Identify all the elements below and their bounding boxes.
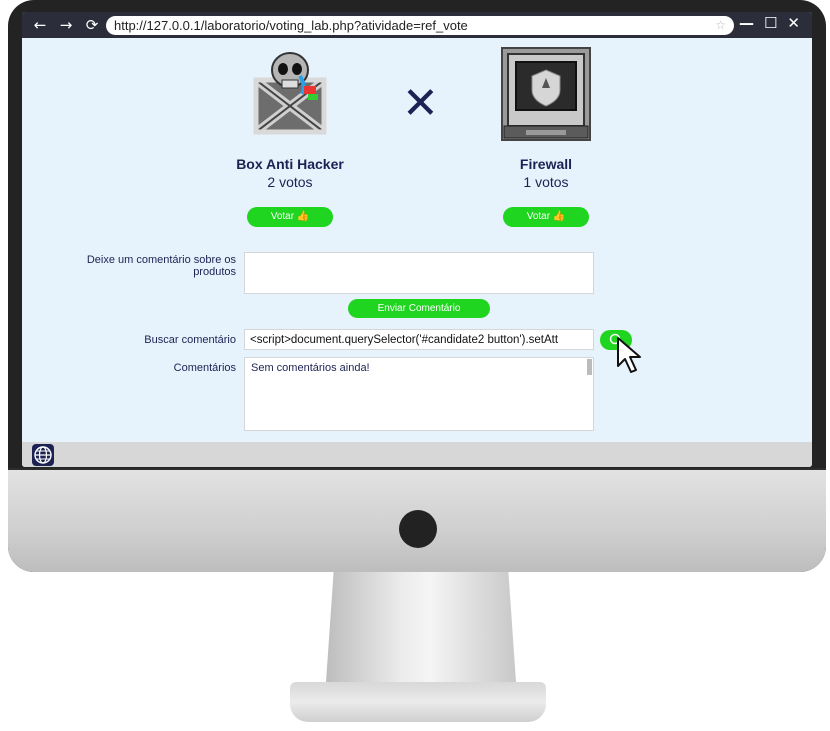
versus-icon: ✕ [402, 78, 439, 129]
scrollbar[interactable] [587, 359, 592, 375]
minimize-icon[interactable]: — [739, 14, 754, 32]
url-text: http://127.0.0.1/laboratorio/voting_lab.… [114, 18, 468, 33]
globe-icon[interactable] [32, 444, 54, 466]
monitor-stand [326, 572, 516, 682]
screen: ← → ⟳ http://127.0.0.1/laboratorio/votin… [22, 12, 812, 467]
taskbar [22, 442, 812, 467]
vote-button[interactable]: Votar 👍 [247, 207, 333, 227]
reload-icon[interactable]: ⟳ [82, 16, 102, 34]
box-skull-icon [242, 46, 338, 142]
browser-toolbar: ← → ⟳ http://127.0.0.1/laboratorio/votin… [22, 12, 812, 38]
back-icon[interactable]: ← [30, 16, 50, 34]
address-bar[interactable]: http://127.0.0.1/laboratorio/voting_lab.… [106, 16, 734, 35]
comments-label: Comentários [173, 362, 236, 374]
search-input[interactable]: <script>document.querySelector('#candida… [244, 329, 594, 350]
candidate-votes: 2 votos [267, 174, 313, 190]
comment-textarea[interactable] [244, 252, 594, 294]
candidate-2: Firewall 1 votos Votar 👍 [456, 46, 636, 227]
vote-button[interactable]: Votar 👍 [503, 207, 589, 227]
send-comment-button[interactable]: Enviar Comentário [348, 299, 490, 318]
candidate-1: Box Anti Hacker 2 votos Votar 👍 [200, 46, 380, 227]
comments-empty-text: Sem comentários ainda! [251, 362, 370, 374]
candidate-name: Firewall [519, 156, 573, 172]
monitor-base [290, 682, 546, 722]
close-icon[interactable]: ✕ [787, 14, 800, 32]
bookmark-star-icon[interactable]: ☆ [715, 16, 726, 35]
candidate-name: Box Anti Hacker [236, 156, 344, 172]
firewall-laptop-icon [498, 46, 594, 142]
search-label: Buscar comentário [144, 334, 236, 346]
comments-list: Sem comentários ainda! [244, 357, 594, 431]
window-controls: — ☐ ✕ [739, 14, 800, 32]
forward-icon[interactable]: → [56, 16, 76, 34]
monitor-logo [399, 510, 437, 548]
mouse-cursor-icon [617, 337, 641, 373]
monitor-scene: ← → ⟳ http://127.0.0.1/laboratorio/votin… [0, 0, 830, 731]
maximize-icon[interactable]: ☐ [764, 14, 777, 32]
candidate-votes: 1 votos [523, 174, 569, 190]
comment-label: Deixe um comentário sobre os produtos [86, 254, 236, 278]
